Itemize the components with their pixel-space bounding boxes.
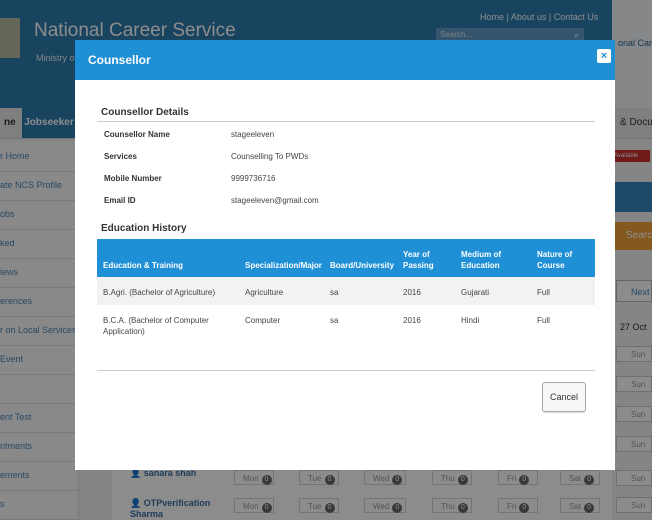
column-header: Specialization/Major [245,261,322,270]
column-header: Nature of Course [537,250,573,270]
nature-cell: Full [537,288,550,297]
nature-cell: Full [537,316,550,325]
column-header: Education & Training [103,261,184,270]
counsellor-name-value: stageeleven [231,130,275,139]
specialization-cell: Computer [245,316,281,325]
column-header: Medium of Education [461,250,501,270]
email-value: stageeleven@gmail.com [231,196,319,205]
cancel-button[interactable]: Cancel [542,382,586,412]
year-cell: 2016 [403,316,421,325]
close-icon[interactable]: × [597,49,611,63]
services-value: Counselling To PWDs [231,152,309,161]
divider [97,121,595,122]
modal-header: Counsellor × [75,40,615,80]
modal-title: Counsellor [88,53,151,67]
counsellor-modal: Counsellor × Counsellor Details Counsell… [75,40,615,470]
detail-label: Email ID [104,196,136,205]
detail-label: Counsellor Name [104,130,170,139]
education-table-header: Education & Training Specialization/Majo… [97,239,595,277]
year-cell: 2016 [403,288,421,297]
education-history-heading: Education History [101,223,187,234]
medium-cell: Gujarati [461,288,490,297]
education-cell: B.C.A. (Bachelor of Computer Application… [103,316,209,336]
board-cell: sa [330,288,339,297]
mobile-value: 9999736716 [231,174,276,183]
column-header: Year of Passing [403,250,434,270]
detail-label: Mobile Number [104,174,162,183]
detail-label: Services [104,152,137,161]
footer-divider [97,370,595,371]
specialization-cell: Agriculture [245,288,284,297]
board-cell: sa [330,316,339,325]
medium-cell: Hindi [461,316,480,325]
column-header: Board/University [330,261,395,270]
education-cell: B.Agri. (Bachelor of Agriculture) [103,288,216,297]
counsellor-details-heading: Counsellor Details [101,107,189,118]
table-row: B.Agri. (Bachelor of Agriculture) Agricu… [97,277,595,305]
